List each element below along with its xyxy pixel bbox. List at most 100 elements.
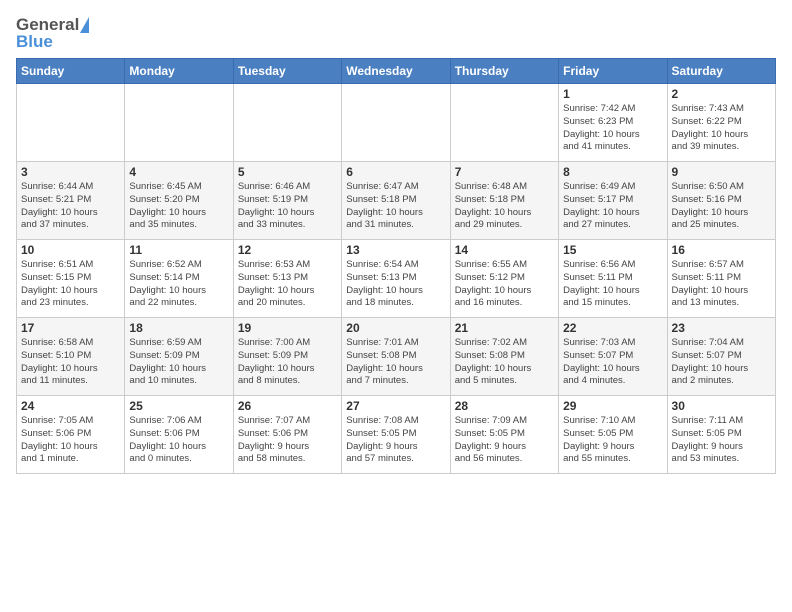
day-info: Sunrise: 7:03 AMSunset: 5:07 PMDaylight:… xyxy=(563,337,662,388)
day-info: Sunrise: 7:02 AMSunset: 5:08 PMDaylight:… xyxy=(455,337,554,388)
day-number: 1 xyxy=(563,87,662,101)
day-number: 11 xyxy=(129,243,228,257)
calendar-cell: 29Sunrise: 7:10 AMSunset: 5:05 PMDayligh… xyxy=(559,396,667,474)
calendar-cell: 26 Sunrise: 7:07 AMSunset: 5:06 PMDayligh… xyxy=(233,396,341,474)
calendar-table: SundayMondayTuesdayWednesdayThursdayFrid… xyxy=(16,58,776,474)
day-info: Sunrise: 6:59 AMSunset: 5:09 PMDaylight:… xyxy=(129,337,228,388)
day-info: Sunrise: 7:42 AMSunset: 6:23 PMDaylight:… xyxy=(563,103,662,154)
day-number: 6 xyxy=(346,165,445,179)
day-info: Sunrise: 7:01 AMSunset: 5:08 PMDaylight:… xyxy=(346,337,445,388)
calendar-cell: 19 Sunrise: 7:00 AMSunset: 5:09 PMDayligh… xyxy=(233,318,341,396)
day-number: 26 xyxy=(238,399,337,413)
calendar-cell: 30 Sunrise: 7:11 AMSunset: 5:05 PMDayligh… xyxy=(667,396,775,474)
day-info: Sunrise: 6:45 AMSunset: 5:20 PMDaylight:… xyxy=(129,181,228,232)
day-info: Sunrise: 6:57 AMSunset: 5:11 PMDaylight:… xyxy=(672,259,771,310)
day-number: 23 xyxy=(672,321,771,335)
day-info: Sunrise: 7:05 AMSunset: 5:06 PMDaylight:… xyxy=(21,415,120,466)
header: General Blue xyxy=(16,16,776,50)
calendar-week-row: 24 Sunrise: 7:05 AMSunset: 5:06 PMDayligh… xyxy=(17,396,776,474)
weekday-header-friday: Friday xyxy=(559,59,667,84)
day-info: Sunrise: 6:44 AMSunset: 5:21 PMDaylight:… xyxy=(21,181,120,232)
calendar-cell: 22 Sunrise: 7:03 AMSunset: 5:07 PMDayligh… xyxy=(559,318,667,396)
logo-triangle-icon xyxy=(80,17,89,33)
day-number: 21 xyxy=(455,321,554,335)
day-number: 14 xyxy=(455,243,554,257)
day-number: 8 xyxy=(563,165,662,179)
weekday-header-saturday: Saturday xyxy=(667,59,775,84)
day-number: 16 xyxy=(672,243,771,257)
calendar-cell: 1 Sunrise: 7:42 AMSunset: 6:23 PMDaylight… xyxy=(559,84,667,162)
calendar-cell: 12 Sunrise: 6:53 AMSunset: 5:13 PMDayligh… xyxy=(233,240,341,318)
day-number: 10 xyxy=(21,243,120,257)
weekday-header-thursday: Thursday xyxy=(450,59,558,84)
calendar-cell xyxy=(342,84,450,162)
calendar-cell: 10 Sunrise: 6:51 AMSunset: 5:15 PMDayligh… xyxy=(17,240,125,318)
calendar-cell xyxy=(233,84,341,162)
day-number: 5 xyxy=(238,165,337,179)
day-number: 19 xyxy=(238,321,337,335)
calendar-cell: 14 Sunrise: 6:55 AMSunset: 5:12 PMDayligh… xyxy=(450,240,558,318)
day-info: Sunrise: 7:43 AMSunset: 6:22 PMDaylight:… xyxy=(672,103,771,154)
day-info: Sunrise: 7:06 AMSunset: 5:06 PMDaylight:… xyxy=(129,415,228,466)
calendar-cell: 18Sunrise: 6:59 AMSunset: 5:09 PMDayligh… xyxy=(125,318,233,396)
calendar-cell: 27 Sunrise: 7:08 AMSunset: 5:05 PMDayligh… xyxy=(342,396,450,474)
day-number: 24 xyxy=(21,399,120,413)
day-info: Sunrise: 7:08 AMSunset: 5:05 PMDaylight:… xyxy=(346,415,445,466)
calendar-cell: 11Sunrise: 6:52 AMSunset: 5:14 PMDayligh… xyxy=(125,240,233,318)
calendar-cell: 8 Sunrise: 6:49 AMSunset: 5:17 PMDaylight… xyxy=(559,162,667,240)
calendar-cell: 9Sunrise: 6:50 AMSunset: 5:16 PMDaylight… xyxy=(667,162,775,240)
calendar-header: SundayMondayTuesdayWednesdayThursdayFrid… xyxy=(17,59,776,84)
calendar-week-row: 1 Sunrise: 7:42 AMSunset: 6:23 PMDaylight… xyxy=(17,84,776,162)
weekday-header-monday: Monday xyxy=(125,59,233,84)
logo-general-text: General xyxy=(16,16,79,33)
calendar-cell: 13 Sunrise: 6:54 AMSunset: 5:13 PMDayligh… xyxy=(342,240,450,318)
day-number: 13 xyxy=(346,243,445,257)
day-info: Sunrise: 7:00 AMSunset: 5:09 PMDaylight:… xyxy=(238,337,337,388)
day-info: Sunrise: 6:48 AMSunset: 5:18 PMDaylight:… xyxy=(455,181,554,232)
calendar-cell: 16 Sunrise: 6:57 AMSunset: 5:11 PMDayligh… xyxy=(667,240,775,318)
calendar-cell xyxy=(450,84,558,162)
calendar-cell: 15Sunrise: 6:56 AMSunset: 5:11 PMDayligh… xyxy=(559,240,667,318)
day-number: 28 xyxy=(455,399,554,413)
calendar-cell: 6 Sunrise: 6:47 AMSunset: 5:18 PMDaylight… xyxy=(342,162,450,240)
weekday-header-sunday: Sunday xyxy=(17,59,125,84)
day-info: Sunrise: 7:07 AMSunset: 5:06 PMDaylight:… xyxy=(238,415,337,466)
calendar-cell: 24 Sunrise: 7:05 AMSunset: 5:06 PMDayligh… xyxy=(17,396,125,474)
calendar-cell: 25 Sunrise: 7:06 AMSunset: 5:06 PMDayligh… xyxy=(125,396,233,474)
calendar-cell xyxy=(17,84,125,162)
calendar-cell: 17 Sunrise: 6:58 AMSunset: 5:10 PMDayligh… xyxy=(17,318,125,396)
day-info: Sunrise: 7:11 AMSunset: 5:05 PMDaylight:… xyxy=(672,415,771,466)
day-info: Sunrise: 6:58 AMSunset: 5:10 PMDaylight:… xyxy=(21,337,120,388)
page-container: General Blue SundayMondayTuesdayWednesda… xyxy=(0,0,792,482)
day-info: Sunrise: 6:47 AMSunset: 5:18 PMDaylight:… xyxy=(346,181,445,232)
day-number: 9 xyxy=(672,165,771,179)
day-number: 7 xyxy=(455,165,554,179)
day-info: Sunrise: 7:10 AMSunset: 5:05 PMDaylight:… xyxy=(563,415,662,466)
day-number: 4 xyxy=(129,165,228,179)
calendar-cell: 3Sunrise: 6:44 AMSunset: 5:21 PMDaylight… xyxy=(17,162,125,240)
day-number: 30 xyxy=(672,399,771,413)
day-number: 12 xyxy=(238,243,337,257)
day-info: Sunrise: 6:53 AMSunset: 5:13 PMDaylight:… xyxy=(238,259,337,310)
day-info: Sunrise: 7:04 AMSunset: 5:07 PMDaylight:… xyxy=(672,337,771,388)
day-number: 27 xyxy=(346,399,445,413)
calendar-cell: 2 Sunrise: 7:43 AMSunset: 6:22 PMDaylight… xyxy=(667,84,775,162)
day-info: Sunrise: 6:46 AMSunset: 5:19 PMDaylight:… xyxy=(238,181,337,232)
day-info: Sunrise: 7:09 AMSunset: 5:05 PMDaylight:… xyxy=(455,415,554,466)
calendar-cell: 20 Sunrise: 7:01 AMSunset: 5:08 PMDayligh… xyxy=(342,318,450,396)
calendar-week-row: 10 Sunrise: 6:51 AMSunset: 5:15 PMDayligh… xyxy=(17,240,776,318)
day-number: 17 xyxy=(21,321,120,335)
day-number: 2 xyxy=(672,87,771,101)
calendar-cell xyxy=(125,84,233,162)
day-number: 20 xyxy=(346,321,445,335)
calendar-week-row: 3Sunrise: 6:44 AMSunset: 5:21 PMDaylight… xyxy=(17,162,776,240)
day-number: 15 xyxy=(563,243,662,257)
day-number: 25 xyxy=(129,399,228,413)
day-info: Sunrise: 6:51 AMSunset: 5:15 PMDaylight:… xyxy=(21,259,120,310)
day-info: Sunrise: 6:55 AMSunset: 5:12 PMDaylight:… xyxy=(455,259,554,310)
day-info: Sunrise: 6:49 AMSunset: 5:17 PMDaylight:… xyxy=(563,181,662,232)
calendar-cell: 5 Sunrise: 6:46 AMSunset: 5:19 PMDaylight… xyxy=(233,162,341,240)
day-info: Sunrise: 6:54 AMSunset: 5:13 PMDaylight:… xyxy=(346,259,445,310)
weekday-header-row: SundayMondayTuesdayWednesdayThursdayFrid… xyxy=(17,59,776,84)
day-number: 22 xyxy=(563,321,662,335)
